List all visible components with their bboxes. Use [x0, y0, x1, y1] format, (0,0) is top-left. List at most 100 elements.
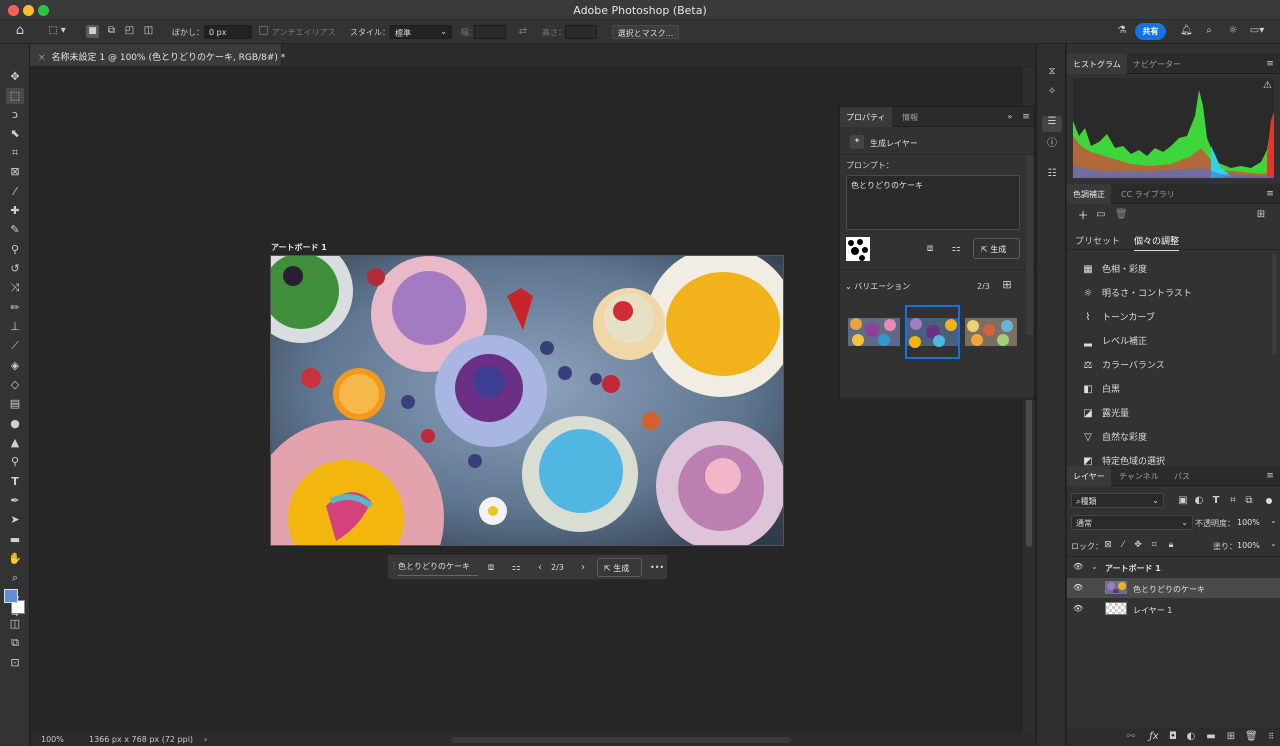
tab-properties[interactable]: プロパティ: [840, 107, 892, 127]
opacity-dropdown-icon[interactable]: ⌄: [1270, 516, 1277, 525]
brush-tool-icon[interactable]: ✎: [6, 222, 24, 238]
more-options-icon[interactable]: •••: [650, 563, 664, 572]
adjustments-scrollbar[interactable]: [1272, 254, 1277, 354]
layer-filter-select[interactable]: ⌕種類 ⌄: [1071, 493, 1164, 508]
eraser-tool-icon[interactable]: ◇: [6, 377, 24, 393]
filter-adjustment-icon[interactable]: ◐: [1193, 495, 1205, 507]
paint-bucket-icon[interactable]: ◈: [6, 358, 24, 374]
quick-mask-icon[interactable]: ◫: [6, 616, 24, 632]
share-button[interactable]: 共有: [1135, 23, 1166, 40]
pen-tool-icon[interactable]: ✒: [6, 493, 24, 509]
eyedropper-tool-icon[interactable]: ⁄: [6, 184, 24, 200]
gradient-tool-icon[interactable]: ▤: [6, 396, 24, 412]
panel-resize-icon[interactable]: ⠿: [1265, 731, 1277, 743]
adjustment-curves[interactable]: ⌇ トーンカーブ: [1081, 310, 1155, 326]
zoom-tool-icon[interactable]: ⌕: [6, 570, 24, 586]
rectangle-tool-icon[interactable]: ▬: [6, 532, 24, 548]
tab-layers[interactable]: レイヤー: [1067, 466, 1111, 486]
new-layer-icon[interactable]: ⊞: [1225, 731, 1237, 743]
blend-mode-select[interactable]: 通常 ⌄: [1071, 515, 1193, 530]
generative-panel-icon[interactable]: ✧: [1046, 86, 1058, 98]
lock-artboard-icon[interactable]: ⌗: [1149, 539, 1159, 551]
properties-scrollbar[interactable]: [1026, 155, 1033, 335]
subtab-presets[interactable]: プリセット: [1075, 234, 1120, 247]
tab-cc-libraries[interactable]: CC ライブラリ: [1115, 184, 1181, 204]
grid-view-icon[interactable]: ⊞: [1255, 209, 1267, 221]
layer-row-generative-selected[interactable]: 👁︎ 色とりどりのケーキ: [1067, 578, 1280, 598]
select-and-mask-button[interactable]: 選択とマスク...: [612, 25, 679, 39]
lock-image-icon[interactable]: ⁄: [1118, 539, 1128, 551]
lock-transparent-icon[interactable]: ⊠: [1103, 539, 1113, 551]
adjustment-brightness-contrast[interactable]: ☼ 明るさ・コントラスト: [1081, 286, 1192, 302]
lock-all-icon[interactable]: 🔒︎: [1166, 539, 1176, 551]
object-selection-tool-icon[interactable]: ⬉: [6, 126, 24, 142]
tab-navigator[interactable]: ナビゲーター: [1127, 54, 1187, 74]
frame-tool-icon[interactable]: ⊠: [6, 164, 24, 180]
zoom-level[interactable]: 100%: [41, 735, 64, 744]
filter-shape-icon[interactable]: ⌗: [1227, 495, 1239, 507]
pencil-icon[interactable]: ✏: [6, 300, 24, 316]
panel-menu-icon[interactable]: ≡: [1265, 188, 1275, 200]
swap-width-height-icon[interactable]: ⇄: [517, 26, 529, 38]
panel-menu-icon[interactable]: ≡: [1265, 470, 1275, 482]
adjustment-vibrance[interactable]: ▽ 自然な彩度: [1081, 430, 1147, 446]
adjustment-exposure[interactable]: ◪ 露光量: [1081, 406, 1129, 422]
visibility-eye-icon[interactable]: 👁︎: [1073, 583, 1083, 592]
beta-flask-icon[interactable]: ⚗: [1116, 25, 1128, 37]
style-reference-thumbnail[interactable]: [846, 237, 870, 261]
properties-icon[interactable]: ☰: [1042, 116, 1062, 132]
spot-healing-brush-icon[interactable]: ✚: [6, 203, 24, 219]
generate-button[interactable]: ⇱ 生成: [973, 238, 1020, 259]
comments-icon[interactable]: ☷: [1046, 168, 1058, 180]
tab-paths[interactable]: パス: [1168, 466, 1196, 486]
folder-icon[interactable]: ▭: [1095, 209, 1107, 221]
workspace-switcher-icon[interactable]: ▭▾: [1248, 25, 1266, 37]
grid-view-icon[interactable]: ⊞: [1000, 279, 1014, 291]
variations-grid-icon[interactable]: ⚏: [950, 243, 962, 255]
tab-channels[interactable]: チャンネル: [1113, 466, 1165, 486]
layer-row-layer1[interactable]: 👁︎ レイヤー 1: [1067, 599, 1280, 619]
fx-icon[interactable]: ƒx: [1147, 731, 1161, 743]
delete-layer-icon[interactable]: 🗑︎: [1245, 731, 1258, 743]
history-brush-icon[interactable]: ↺: [6, 261, 24, 277]
screen-mode-icon[interactable]: ⧉: [6, 635, 24, 651]
home-icon[interactable]: ⌂: [12, 24, 28, 37]
crop-tool-icon[interactable]: ⌗: [6, 145, 24, 161]
opacity-value[interactable]: 100%: [1237, 518, 1260, 527]
adjustment-levels[interactable]: ▂ レベル補正: [1081, 334, 1147, 350]
tab-histogram[interactable]: ヒストグラム: [1067, 54, 1127, 74]
marquee-tool-preset-picker[interactable]: ⬚ ▾: [44, 25, 70, 37]
generate-button[interactable]: ⇱ 生成: [597, 558, 642, 577]
fill-value[interactable]: 100%: [1237, 541, 1260, 550]
add-mask-icon[interactable]: ◘: [1167, 731, 1179, 743]
tab-adjustments[interactable]: 色調補正: [1067, 184, 1111, 204]
document-tab[interactable]: × 名称未設定 1 @ 100% (色とりどりのケーキ, RGB/8#) *: [30, 44, 285, 66]
path-selection-tool-icon[interactable]: ➤: [6, 512, 24, 528]
prompt-input[interactable]: 色とりどりのケーキ: [398, 559, 478, 576]
add-to-selection-icon[interactable]: ⧉: [105, 25, 118, 37]
adjustment-hue-saturation[interactable]: ▦ 色相・彩度: [1081, 262, 1147, 278]
subtract-from-selection-icon[interactable]: ◰: [123, 25, 136, 37]
filter-type-icon[interactable]: T: [1210, 495, 1222, 507]
collapse-panel-icon[interactable]: »: [1005, 111, 1015, 123]
status-menu-chevron-icon[interactable]: ›: [204, 735, 207, 744]
reference-image-icon[interactable]: ⧈: [924, 243, 936, 255]
add-icon[interactable]: +: [1077, 209, 1089, 221]
new-selection-icon[interactable]: ■: [86, 25, 99, 38]
previous-variation-icon[interactable]: ‹: [535, 562, 545, 574]
close-tab-icon[interactable]: ×: [38, 53, 46, 63]
next-variation-icon[interactable]: ›: [578, 562, 588, 574]
notifications-bell-icon[interactable]: 🔔︎: [1180, 25, 1193, 37]
panel-menu-icon[interactable]: ≡: [1265, 58, 1275, 70]
link-layers-icon[interactable]: ⚯: [1125, 731, 1137, 743]
discover-lightbulb-icon[interactable]: ☼: [1227, 25, 1239, 37]
style-select[interactable]: 標準 ⌄: [390, 25, 452, 39]
layer-row-artboard[interactable]: 👁︎ ⌄ アートボード 1: [1067, 557, 1280, 577]
history-icon[interactable]: ⧖: [1046, 66, 1058, 78]
lasso-tool-icon[interactable]: ↄ: [6, 107, 24, 123]
lock-position-icon[interactable]: ✥: [1133, 539, 1143, 551]
artboard-image[interactable]: [270, 255, 784, 546]
variation-thumbnail-2-selected[interactable]: [905, 305, 960, 359]
move-tool-icon[interactable]: ✥: [6, 69, 24, 85]
blur-tool-icon[interactable]: ●: [6, 416, 24, 432]
